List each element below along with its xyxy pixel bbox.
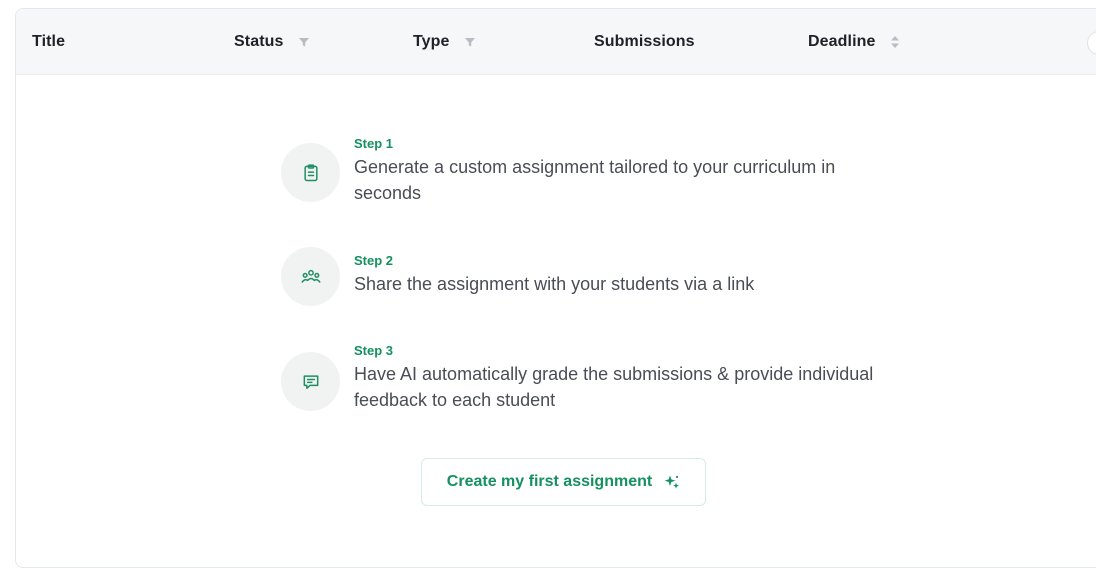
column-submissions-label: Submissions [594,33,695,50]
assignments-table: Title Status Type Submissions Deadline S… [15,8,1096,568]
step-3-icon-circle [281,352,340,411]
step-2-text: Share the assignment with your students … [354,274,755,294]
step-1-text: Generate a custom assignment tailored to… [354,157,836,203]
column-header-type[interactable]: Type [413,9,476,75]
step-3-text: Have AI automatically grade the submissi… [354,364,874,410]
column-settings-button[interactable] [1087,31,1096,55]
column-title-label: Title [32,33,66,50]
clipboard-list-icon [303,163,318,181]
step-1-label: Step 1 [354,136,394,151]
column-status-label: Status [234,33,284,50]
create-first-assignment-label: Create my first assignment [446,473,653,490]
table-header: Title Status Type Submissions Deadline [16,9,1096,75]
column-header-submissions: Submissions [594,9,695,75]
step-2-icon-circle [281,247,340,306]
status-filter-icon[interactable] [298,36,310,48]
column-header-status[interactable]: Status [234,9,310,75]
deadline-sort-icon[interactable] [890,35,900,49]
column-type-label: Type [413,33,450,50]
step-2-label: Step 2 [354,253,394,268]
column-header-title[interactable]: Title [32,9,65,75]
users-icon [301,269,320,283]
step-1-icon-circle [281,143,340,202]
column-header-deadline[interactable]: Deadline [808,9,900,75]
column-deadline-label: Deadline [808,33,876,50]
message-square-icon [303,374,318,389]
step-3-label: Step 3 [354,343,394,358]
create-first-assignment-button[interactable]: Create my first assignment [421,458,706,506]
type-filter-icon[interactable] [464,36,476,48]
sparkles-icon [664,475,680,489]
